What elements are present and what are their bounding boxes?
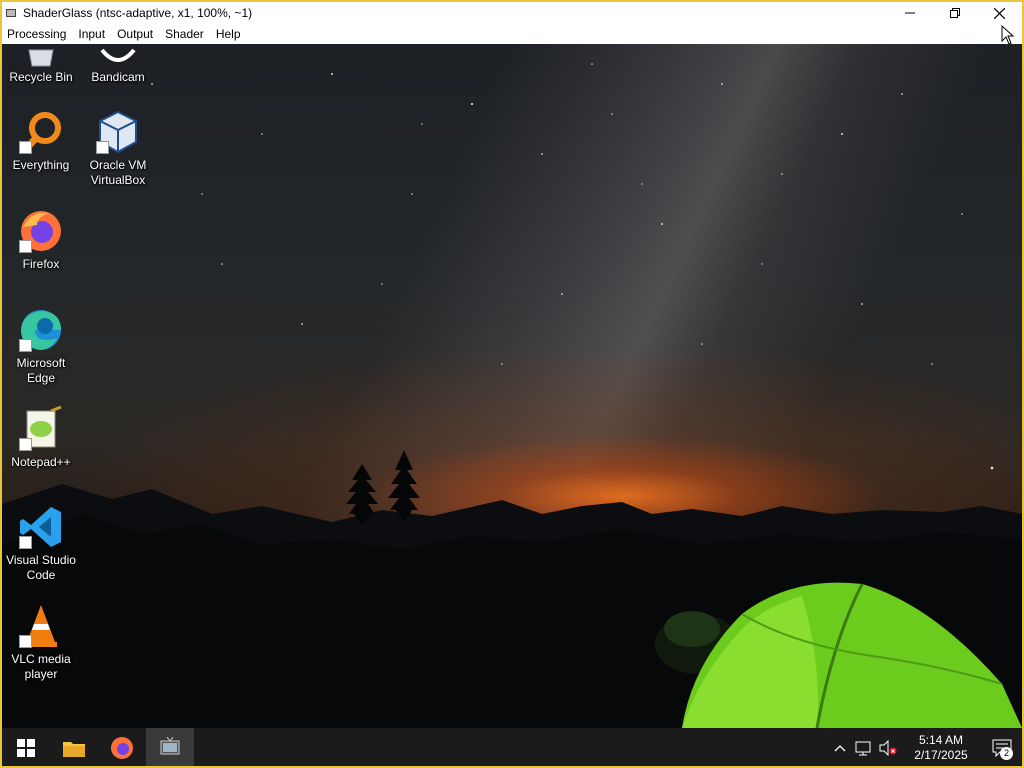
shaderglass-icon	[160, 737, 180, 755]
minimize-icon	[904, 12, 915, 14]
window-title: ShaderGlass (ntsc-adaptive, x1, 100%, ~1…	[23, 6, 253, 20]
clock-date: 2/17/2025	[914, 748, 968, 762]
desktop-icon-edge[interactable]: Microsoft Edge	[3, 306, 79, 386]
taskbar-shaderglass[interactable]	[146, 728, 194, 766]
network-icon	[855, 741, 871, 756]
start-icon	[17, 739, 35, 757]
desktop-icon-everything[interactable]: Everything	[3, 108, 79, 173]
restore-button[interactable]	[932, 2, 977, 24]
desktop-icon-vlc[interactable]: VLC media player	[3, 602, 79, 682]
menu-input[interactable]: Input	[73, 27, 112, 41]
firefox-icon	[111, 737, 133, 759]
restore-icon	[949, 8, 960, 18]
desktop-icon-bandicam[interactable]: Bandicam	[80, 44, 156, 85]
desktop-icon-label: Visual Studio Code	[6, 553, 76, 582]
desktop-icon-label: Recycle Bin	[9, 70, 73, 84]
desktop-icon-label: Notepad++	[11, 455, 71, 469]
shortcut-arrow-icon	[19, 635, 32, 648]
taskbar-clock[interactable]: 5:14 AM 2/17/2025	[906, 733, 976, 763]
minimize-button[interactable]	[887, 2, 932, 24]
shortcut-arrow-icon	[19, 141, 32, 154]
show-hidden-icons-button[interactable]	[828, 728, 852, 766]
vlc-icon	[17, 602, 65, 650]
vscode-icon	[17, 503, 65, 551]
clock-time: 5:14 AM	[918, 733, 964, 747]
shortcut-arrow-icon	[96, 141, 109, 154]
firefox-icon	[17, 207, 65, 255]
taskbar: 5:14 AM 2/17/2025 2	[2, 728, 1022, 766]
desktop-icon-label: VLC media player	[11, 652, 71, 681]
desktop-icon-label: Bandicam	[91, 70, 145, 84]
start-button[interactable]	[2, 728, 50, 766]
close-button[interactable]	[977, 2, 1022, 24]
everything-icon	[17, 108, 65, 156]
close-icon	[994, 7, 1005, 19]
menu-output[interactable]: Output	[112, 27, 160, 41]
file-explorer-icon	[63, 742, 85, 757]
title-bar[interactable]: ShaderGlass (ntsc-adaptive, x1, 100%, ~1…	[2, 2, 1022, 24]
mouse-cursor-icon	[1001, 25, 1015, 45]
system-tray: 5:14 AM 2/17/2025 2	[828, 728, 1022, 766]
taskbar-firefox[interactable]	[98, 728, 146, 766]
action-center-button[interactable]: 2	[982, 728, 1022, 766]
shortcut-arrow-icon	[19, 438, 32, 451]
menu-help[interactable]: Help	[211, 27, 248, 41]
shortcut-arrow-icon	[19, 536, 32, 549]
volume-button[interactable]	[876, 728, 900, 766]
notepadpp-icon	[17, 405, 65, 453]
desktop-icon-label: Microsoft Edge	[16, 356, 66, 385]
desktop-icon-notepadpp[interactable]: Notepad++	[3, 405, 79, 470]
edge-icon	[17, 306, 65, 354]
virtualbox-icon	[94, 108, 142, 156]
desktop-icon-recycle-bin[interactable]: Recycle Bin	[3, 44, 79, 85]
desktop: Recycle Bin Bandicam Everything Oracle V…	[2, 44, 1022, 728]
desktop-icon-firefox[interactable]: Firefox	[3, 207, 79, 272]
menu-processing[interactable]: Processing	[2, 27, 73, 41]
shortcut-arrow-icon	[19, 240, 32, 253]
notification-count-badge: 2	[1000, 747, 1013, 760]
shaderglass-app-icon	[6, 9, 16, 17]
bandicam-icon	[94, 44, 142, 68]
desktop-icon-vscode[interactable]: Visual Studio Code	[3, 503, 79, 583]
shortcut-arrow-icon	[19, 339, 32, 352]
desktop-icon-label: Firefox	[22, 257, 60, 271]
desktop-icon-virtualbox[interactable]: Oracle VM VirtualBox	[80, 108, 156, 188]
menu-bar: Processing Input Output Shader Help	[2, 24, 1022, 44]
desktop-icon-label: Everything	[12, 158, 70, 172]
menu-shader[interactable]: Shader	[160, 27, 211, 41]
volume-muted-icon	[879, 740, 897, 756]
taskbar-file-explorer[interactable]	[50, 728, 98, 766]
desktop-icon-label: Oracle VM VirtualBox	[89, 158, 147, 187]
recycle-bin-icon	[17, 44, 65, 68]
shaderglass-window: ShaderGlass (ntsc-adaptive, x1, 100%, ~1…	[0, 0, 1024, 768]
chevron-up-icon	[834, 745, 846, 752]
network-button[interactable]	[852, 728, 876, 766]
